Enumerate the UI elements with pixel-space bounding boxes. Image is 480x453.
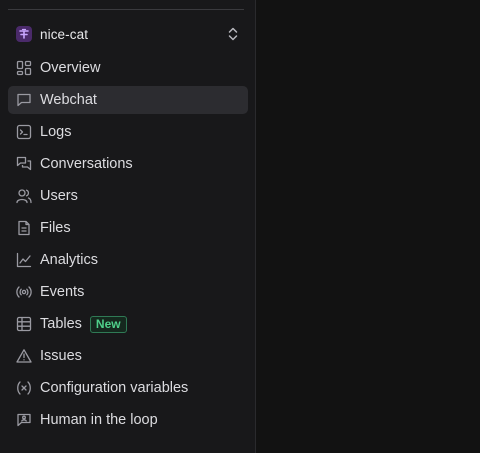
sidebar: nice-cat Overview Webchat Logs Conversat…: [0, 0, 256, 453]
bot-name: nice-cat: [40, 26, 89, 42]
sidebar-item-conversations[interactable]: Conversations: [8, 150, 248, 178]
sidebar-item-configuration-variables[interactable]: Configuration variables: [8, 374, 248, 402]
sidebar-item-label: Users: [40, 188, 78, 204]
sidebar-item-label: Conversations: [40, 156, 133, 172]
radio-icon: [16, 284, 32, 300]
table-icon: [16, 316, 32, 332]
sidebar-item-label: Tables: [40, 316, 82, 332]
divider: [8, 9, 244, 10]
sidebar-item-label: Events: [40, 284, 85, 300]
sidebar-item-label: Configuration variables: [40, 380, 189, 396]
sidebar-item-issues[interactable]: Issues: [8, 342, 248, 370]
messages-icon: [16, 156, 32, 172]
terminal-square-icon: [16, 124, 32, 140]
layout-dashboard-icon: [16, 60, 32, 76]
sidebar-item-label: Logs: [40, 124, 72, 140]
file-text-icon: [16, 220, 32, 236]
new-badge: New: [89, 315, 127, 333]
message-square-user-icon: [16, 412, 32, 428]
alert-triangle-icon: [16, 348, 32, 364]
sidebar-item-label: Files: [40, 220, 71, 236]
users-icon: [16, 188, 32, 204]
sidebar-item-overview[interactable]: Overview: [8, 54, 248, 82]
line-chart-icon: [16, 252, 32, 268]
bot-selector[interactable]: nice-cat: [8, 21, 248, 47]
sidebar-nav: Overview Webchat Logs Conversations User…: [8, 54, 248, 438]
sidebar-item-label: Webchat: [40, 92, 97, 108]
sidebar-item-human-in-the-loop[interactable]: Human in the loop: [8, 406, 248, 434]
sidebar-item-label: Human in the loop: [40, 412, 158, 428]
message-square-icon: [16, 92, 32, 108]
main-content: [256, 0, 480, 453]
sidebar-item-events[interactable]: Events: [8, 278, 248, 306]
sidebar-item-label: Overview: [40, 60, 101, 76]
sidebar-item-users[interactable]: Users: [8, 182, 248, 210]
sidebar-item-analytics[interactable]: Analytics: [8, 246, 248, 274]
bot-logo-icon: [16, 26, 32, 42]
chevrons-up-down-icon: [226, 26, 240, 42]
variable-icon: [16, 380, 32, 396]
sidebar-item-files[interactable]: Files: [8, 214, 248, 242]
sidebar-item-tables[interactable]: Tables New: [8, 310, 248, 338]
sidebar-item-label: Issues: [40, 348, 82, 364]
sidebar-item-label: Analytics: [40, 252, 99, 268]
sidebar-item-webchat[interactable]: Webchat: [8, 86, 248, 114]
sidebar-item-logs[interactable]: Logs: [8, 118, 248, 146]
app-window: nice-cat Overview Webchat Logs Conversat…: [0, 0, 480, 453]
